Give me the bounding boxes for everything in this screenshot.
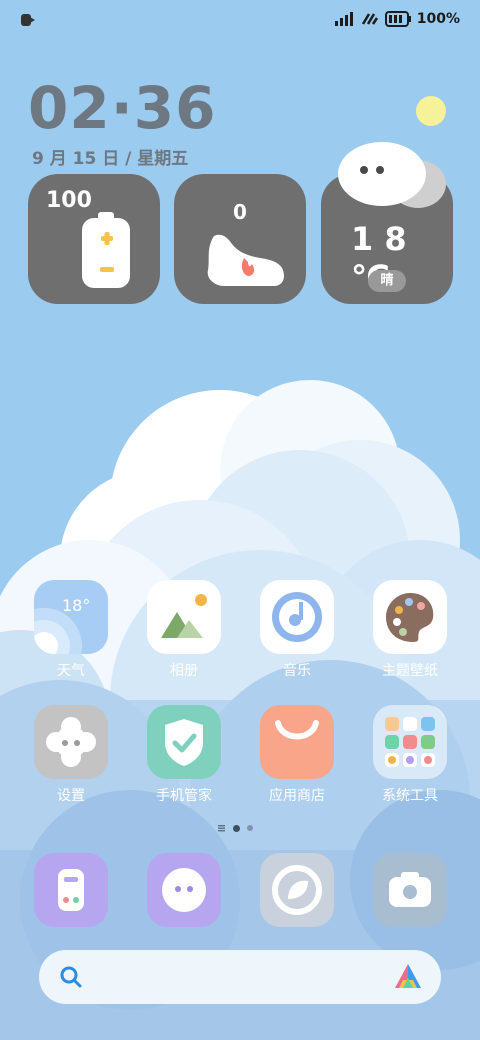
steps-widget[interactable]: 0 xyxy=(174,174,306,304)
page-indicator[interactable] xyxy=(218,824,253,832)
app-themes[interactable]: 主题壁纸 xyxy=(360,580,460,680)
browser-graphic xyxy=(272,865,322,915)
messages-graphic xyxy=(162,868,206,912)
app-store[interactable]: 应用商店 xyxy=(247,705,347,805)
gallery-graphic xyxy=(161,594,207,638)
assistant-logo-icon[interactable] xyxy=(393,962,423,992)
page-dot xyxy=(247,825,253,831)
page-dot-active xyxy=(233,824,240,832)
app-music[interactable]: 音乐 xyxy=(247,580,347,680)
app-label: 设置 xyxy=(57,788,85,804)
music-icon xyxy=(260,580,334,654)
settings-graphic xyxy=(46,717,96,767)
phone-icon[interactable] xyxy=(34,853,108,927)
sun-icon xyxy=(416,96,446,126)
app-label: 主题壁纸 xyxy=(382,663,438,679)
app-label: 手机管家 xyxy=(156,788,212,804)
messages-icon[interactable] xyxy=(147,853,221,927)
battery-percentage: 100% xyxy=(416,11,460,27)
music-graphic xyxy=(272,592,322,642)
app-label: 音乐 xyxy=(283,663,311,679)
weather-icon: 18° xyxy=(34,580,108,654)
sneaker-icon xyxy=(207,234,284,286)
weather-app-graphic xyxy=(34,608,82,654)
weather-condition: 晴 xyxy=(368,270,406,292)
app-tools-folder[interactable]: 系统工具 xyxy=(360,705,460,805)
security-icon xyxy=(147,705,221,779)
signal-icon xyxy=(334,12,353,26)
themes-icon xyxy=(373,580,447,654)
gallery-icon xyxy=(147,580,221,654)
bag-graphic xyxy=(275,720,319,740)
app-security[interactable]: 手机管家 xyxy=(134,705,234,805)
settings-icon xyxy=(34,705,108,779)
battery-widget-value: 100 xyxy=(46,188,92,213)
status-bar: 100% xyxy=(0,0,480,40)
tools-folder-icon xyxy=(373,705,447,779)
browser-icon[interactable] xyxy=(260,853,334,927)
battery-widget[interactable]: 100 xyxy=(28,174,160,304)
menu-lines-icon xyxy=(218,825,225,832)
app-label: 应用商店 xyxy=(269,788,325,804)
search-bar[interactable] xyxy=(39,950,441,1004)
weather-app-badge: 18° xyxy=(62,596,91,615)
app-weather[interactable]: 18° 天气 xyxy=(21,580,121,680)
phone-graphic xyxy=(58,869,84,911)
app-settings[interactable]: 设置 xyxy=(21,705,121,805)
app-label: 天气 xyxy=(57,663,85,679)
weather-cloud-icon xyxy=(338,142,446,208)
battery-icon xyxy=(384,11,411,27)
app-store-icon xyxy=(260,705,334,779)
app-gallery[interactable]: 相册 xyxy=(134,580,234,680)
folder-grid-graphic xyxy=(385,717,435,767)
battery-charge-icon xyxy=(82,212,130,288)
camera-icon[interactable] xyxy=(373,853,447,927)
camera-graphic xyxy=(389,872,431,907)
search-icon xyxy=(60,966,82,988)
steps-widget-value: 0 xyxy=(233,200,247,224)
notification-icon xyxy=(21,14,35,26)
palette-graphic xyxy=(386,593,434,642)
clock-date[interactable]: 9 月 15 日 / 星期五 xyxy=(32,144,188,169)
app-label: 相册 xyxy=(170,663,198,679)
shield-graphic xyxy=(165,719,203,766)
app-label: 系统工具 xyxy=(382,788,438,804)
wifi-icon xyxy=(361,13,378,25)
clock-time[interactable]: 02·36 xyxy=(28,74,216,142)
